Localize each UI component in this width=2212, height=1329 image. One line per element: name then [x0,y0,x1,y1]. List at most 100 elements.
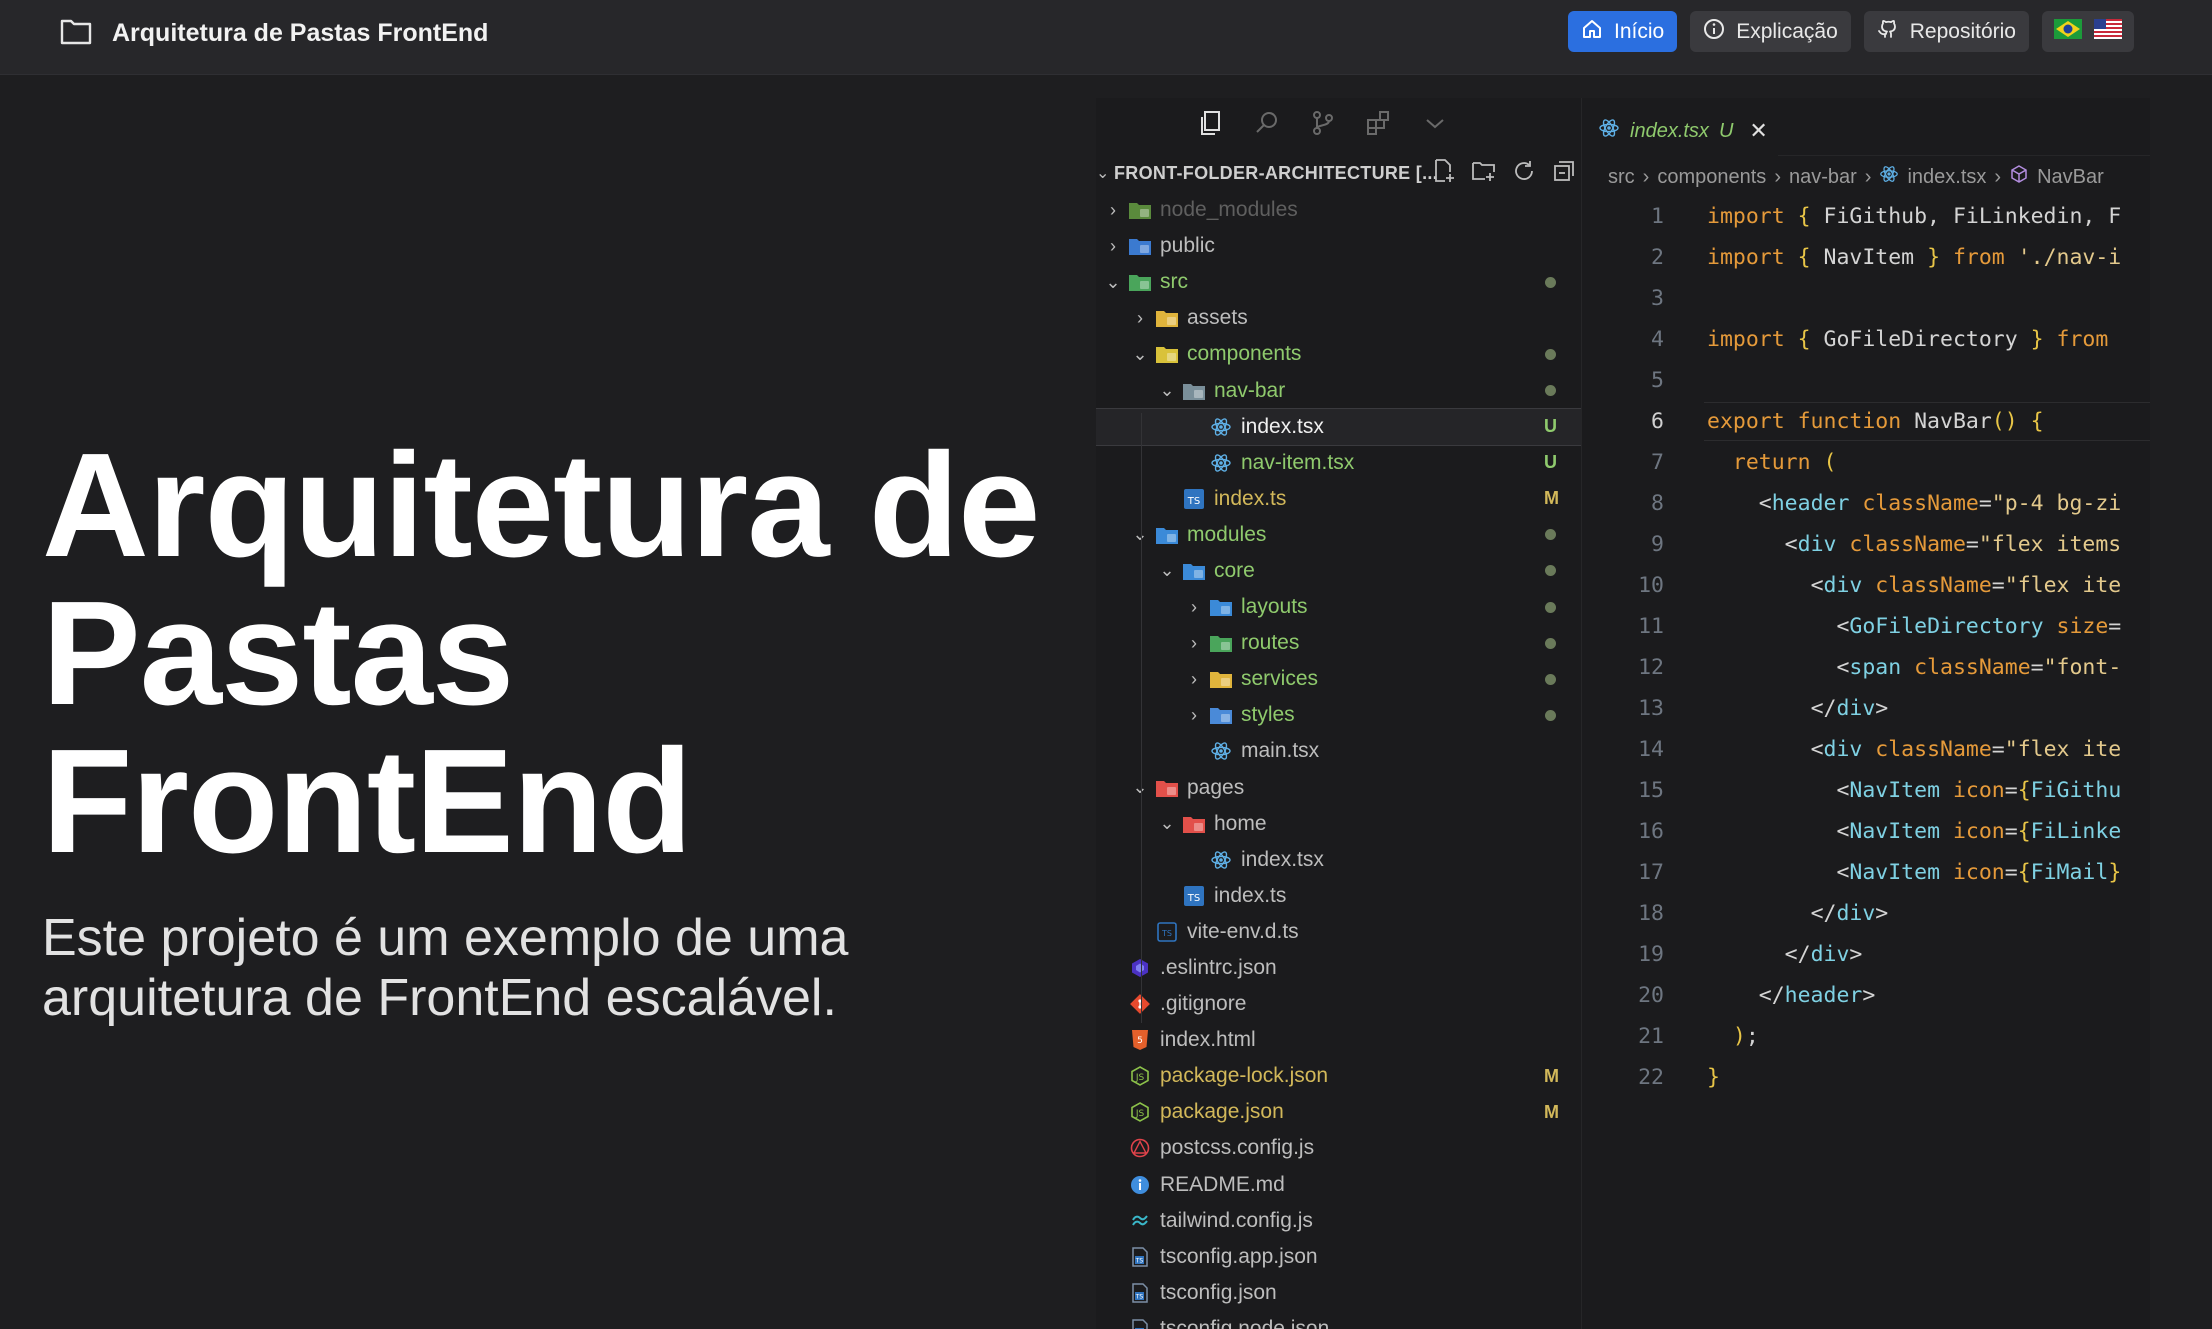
tree-item[interactable]: TS tsconfig.node.json [1096,1311,1581,1329]
tree-item[interactable]: nav-item.tsx U [1096,445,1581,481]
breadcrumb: src › components › nav-bar › index.tsx ›… [1608,164,2104,190]
modified-dot [1545,673,1556,685]
tree-item[interactable]: .gitignore [1096,986,1581,1022]
tree-item[interactable]: 5 index.html [1096,1022,1581,1058]
tree-item[interactable]: › assets [1096,300,1581,336]
folder-routes-icon [1209,632,1233,654]
react-icon [1209,849,1233,871]
breadcrumb-item[interactable]: index.tsx [1907,166,1986,189]
line-number: 18 [1638,901,1664,926]
brand[interactable]: Arquitetura de Pastas FrontEnd [60,17,488,50]
tree-item[interactable]: JS package-lock.json M [1096,1058,1581,1094]
code-token: "flex ite [2004,573,2122,598]
extensions-icon[interactable] [1364,108,1394,143]
breadcrumb-item[interactable]: components [1657,166,1766,189]
folder-modules-icon [1155,524,1179,546]
tree-item[interactable]: postcss.config.js [1096,1130,1581,1166]
nav-home-label: Início [1614,19,1665,43]
code-line: 19 </div> [1584,934,2150,975]
nav-home-button[interactable]: Início [1568,11,1678,52]
explorer-icon[interactable] [1196,108,1226,143]
git-status-badge: U [1544,452,1557,473]
tree-item[interactable]: TS tsconfig.json [1096,1275,1581,1311]
line-number: 14 [1638,737,1664,762]
tab-index-tsx[interactable]: index.tsx U ✕ [1584,106,1778,156]
tree-item-label: services [1241,667,1319,691]
explorer-header[interactable]: ⌄ FRONT-FOLDER-ARCHITECTURE [... [1096,156,1581,190]
tree-item[interactable]: TS tsconfig.app.json [1096,1239,1581,1275]
search-icon[interactable] [1252,108,1282,143]
tree-item[interactable]: ⌄ src [1096,264,1581,300]
tree-item-label: nav-bar [1214,378,1286,402]
brazil-flag-icon[interactable] [2054,19,2082,44]
code-token: className [1875,737,1992,762]
refresh-icon[interactable] [1510,157,1538,190]
tree-item[interactable]: main.tsx [1096,733,1581,769]
breadcrumb-item[interactable]: nav-bar [1789,166,1857,189]
breadcrumb-item[interactable]: src [1608,166,1635,189]
chevron-right-icon: › [1191,668,1197,689]
tree-item[interactable]: ⌄ nav-bar [1096,372,1581,408]
tree-item[interactable]: README.md [1096,1167,1581,1203]
folder-node-icon [1128,199,1152,221]
tree-item-label: routes [1241,631,1300,655]
tree-item[interactable]: › layouts [1096,589,1581,625]
new-folder-icon[interactable] [1470,157,1498,190]
code-token: from [2056,327,2109,352]
line-number: 10 [1638,573,1664,598]
tree-item[interactable]: › services [1096,661,1581,697]
breadcrumb-item[interactable]: NavBar [2037,166,2104,189]
modified-dot [1545,276,1556,288]
nav-explanation-button[interactable]: Explicação [1690,11,1851,52]
tree-item[interactable]: TS index.ts [1096,878,1581,914]
tree-item[interactable]: index.tsx [1096,842,1581,878]
tree-item[interactable]: ⌄ home [1096,806,1581,842]
tree-item[interactable]: › styles [1096,697,1581,733]
tree-item-label: core [1214,558,1255,582]
nav-repository-button[interactable]: Repositório [1863,11,2029,52]
chevron-down-icon: ⌄ [1132,524,1148,545]
tree-item[interactable]: › public [1096,228,1581,264]
chevron-down-icon[interactable] [1420,108,1450,143]
source-control-icon[interactable] [1308,108,1338,143]
code-token: div [1797,532,1850,557]
file-explorer: ⌄ FRONT-FOLDER-ARCHITECTURE [... › node_m… [1096,98,1582,1329]
tree-item[interactable]: .eslintrc.json [1096,950,1581,986]
line-number: 3 [1651,286,1664,311]
code-text: <span className="font- [1707,655,2121,680]
code-view[interactable]: 1 import { FiGithub, FiLinkedin, F 2 import… [1584,196,2150,1098]
code-token: GoFileDirectory [1823,327,2031,352]
tsconfig-icon: TS [1128,1318,1152,1329]
chevron-right-icon: › [1110,235,1116,256]
tree-item-label: tsconfig.json [1160,1280,1277,1304]
modified-dot [1545,385,1556,397]
tree-item[interactable]: TS vite-env.d.ts [1096,914,1581,950]
tree-item[interactable]: › routes [1096,625,1581,661]
tree-item[interactable]: ⌄ core [1096,553,1581,589]
home-icon [1581,18,1603,46]
folder-src-icon [1128,271,1152,293]
tree-item[interactable]: JS package.json M [1096,1094,1581,1130]
tree-item-label: .gitignore [1160,992,1247,1016]
tree-item-label: tailwind.config.js [1160,1208,1313,1232]
tree-item[interactable]: index.tsx U [1096,407,1581,446]
tree-item[interactable]: TS index.ts M [1096,481,1581,517]
tree-item[interactable]: tailwind.config.js [1096,1203,1581,1239]
new-file-icon[interactable] [1430,157,1458,190]
close-icon[interactable]: ✕ [1749,118,1767,144]
tree-item[interactable]: ⌄ modules [1096,517,1581,553]
tree-item-label: tsconfig.app.json [1160,1244,1318,1268]
line-number: 2 [1651,245,1664,270]
modified-dot [1545,529,1556,541]
code-text: </div> [1707,696,1889,721]
us-flag-icon[interactable] [2094,19,2122,44]
code-line: 20 </header> [1584,975,2150,1016]
language-switcher [2042,11,2134,52]
collapse-all-icon[interactable] [1550,157,1578,190]
app-title: Arquitetura de Pastas FrontEnd [112,19,489,47]
tree-item[interactable]: ⌄ pages [1096,770,1581,806]
tree-item-label: index.ts [1214,883,1287,907]
tree-item[interactable]: › node_modules [1096,192,1581,228]
tree-item[interactable]: ⌄ components [1096,336,1581,372]
eslint-icon [1128,957,1152,979]
